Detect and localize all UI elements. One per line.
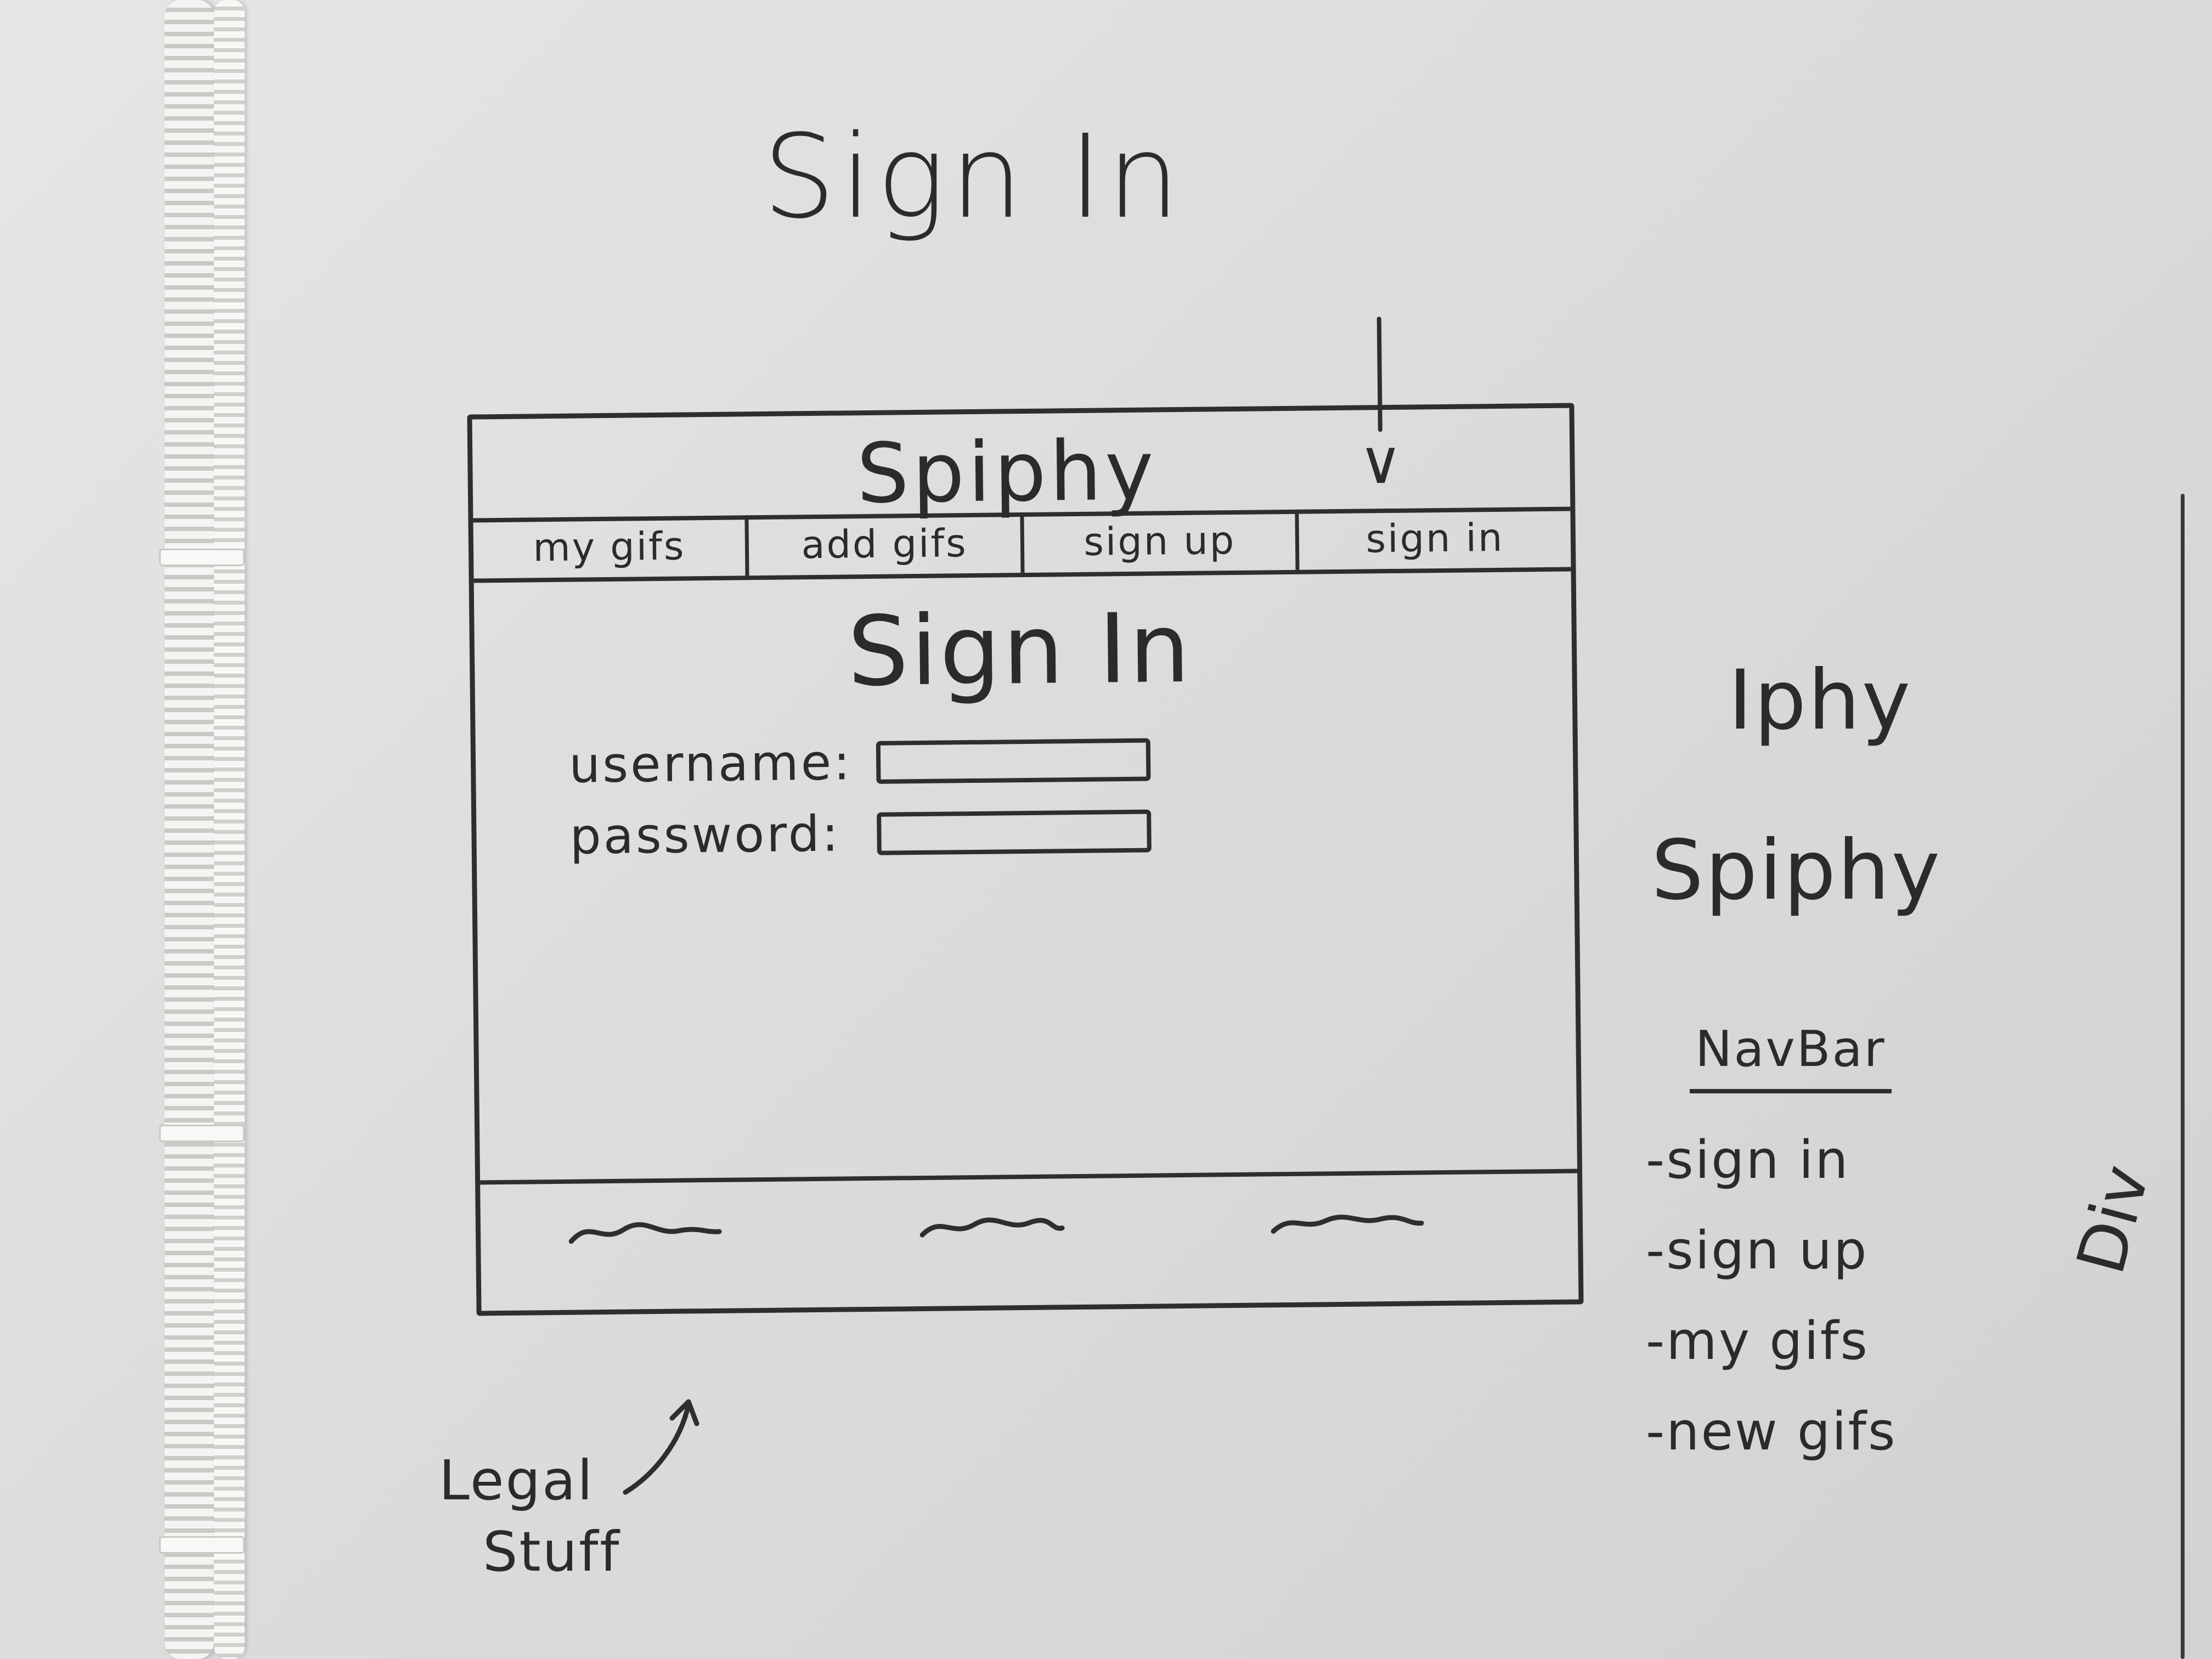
arrow-up-right-icon xyxy=(623,1399,699,1495)
wall-conduit xyxy=(165,0,214,1659)
wall-conduit-secondary xyxy=(214,0,245,1659)
password-label: password: xyxy=(569,805,841,866)
navbar-note-item: -new gifs xyxy=(1646,1402,1897,1462)
navbar-notes: NavBar -sign in -sign up -my gifs -new g… xyxy=(1646,1020,1897,1477)
squiggle-icon xyxy=(919,1217,1065,1238)
username-field[interactable] xyxy=(876,738,1151,784)
brand-logo-text: Spiphy xyxy=(856,423,1158,522)
nav-item-sign-up[interactable]: sign up xyxy=(1023,509,1300,573)
navbar-note-item: -my gifs xyxy=(1646,1311,1869,1372)
pointer-arrow-stem xyxy=(1376,317,1383,432)
legal-annotation-line1: Legal xyxy=(439,1448,595,1513)
wireframe-footer xyxy=(480,1169,1579,1311)
nav-item-sign-in[interactable]: sign in xyxy=(1299,507,1571,570)
conduit-clip xyxy=(159,1125,245,1142)
username-label: username: xyxy=(568,733,853,794)
squiggle-icon xyxy=(1271,1214,1424,1234)
wireframe-header: Spiphy ∨ xyxy=(472,317,1571,523)
name-idea-spiphy: Spiphy xyxy=(1651,823,1942,918)
conduit-clip xyxy=(159,549,245,566)
navbar-notes-heading: NavBar xyxy=(1690,1020,1892,1093)
password-field[interactable] xyxy=(877,809,1152,855)
password-row: password: xyxy=(569,802,1152,866)
wireframe-window: Spiphy ∨ my gifs add gifs sign up sign i… xyxy=(467,317,1584,1316)
nav-item-my-gifs[interactable]: my gifs xyxy=(473,515,749,579)
name-idea-iphy: Iphy xyxy=(1728,653,1912,748)
navbar-note-item: -sign in xyxy=(1646,1130,1850,1190)
page-title: Sign In xyxy=(847,592,1193,708)
navbar: my gifs add gifs sign up sign in xyxy=(473,506,1571,583)
navbar-note-item: -sign up xyxy=(1646,1221,1869,1281)
chevron-down-icon[interactable]: ∨ xyxy=(1358,427,1403,498)
nav-item-add-gifs[interactable]: add gifs xyxy=(748,512,1025,576)
board-divider-line xyxy=(2181,494,2185,1659)
conduit-clip xyxy=(159,1536,245,1554)
legal-annotation-line2: Stuff xyxy=(483,1520,621,1584)
whiteboard-title: Sign In xyxy=(763,110,1184,244)
squiggle-icon xyxy=(568,1222,722,1244)
div-annotation: Div xyxy=(2063,1157,2165,1282)
whiteboard: Sign In Spiphy ∨ my gifs add gifs sign u… xyxy=(0,0,2212,1659)
username-row: username: xyxy=(569,731,1151,794)
